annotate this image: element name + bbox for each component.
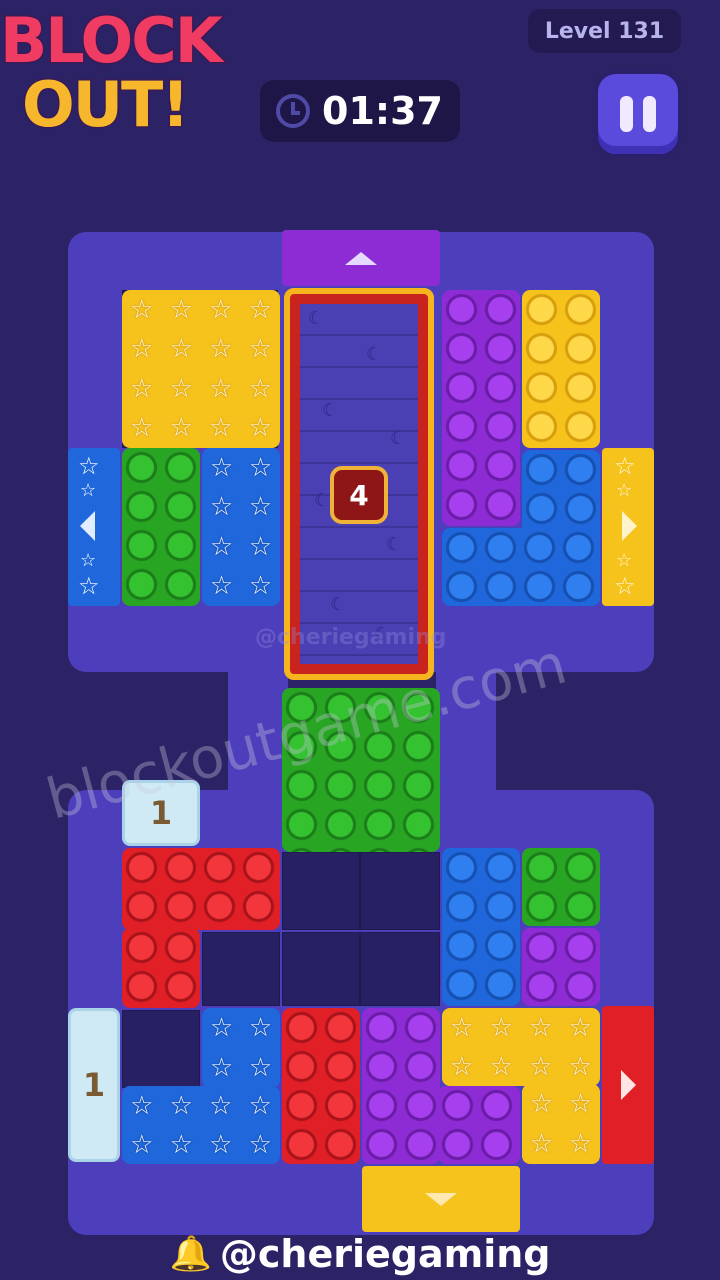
block-red-l-bottom[interactable] (122, 928, 200, 1008)
block-purple-small[interactable] (522, 928, 600, 1006)
block-yellow-star-l-top[interactable]: ☆ ☆ ☆ ☆ ☆ ☆ ☆ ☆ (442, 1008, 600, 1086)
bell-icon: 🔔 (169, 1234, 212, 1274)
tile-counter-badge: 4 (330, 466, 388, 524)
exit-gate-purple-top (282, 230, 440, 286)
block-yellow-vertical[interactable] (522, 290, 600, 448)
block-purple-l-bottom[interactable] (438, 1086, 520, 1164)
block-blue-star-l-top[interactable]: ☆ ☆ ☆ ☆ (202, 1008, 280, 1088)
exit-gate-yellow-right: ☆ ☆ ☆ ☆ (602, 448, 654, 606)
block-blue-star-vertical[interactable]: ☆ ☆ ☆ ☆ ☆ ☆ ☆ ☆ (202, 448, 280, 606)
block-purple-l-left[interactable] (362, 1008, 440, 1164)
timed-tile: ☾ ☾ ☾ ☾ ☾ ☾ ☾ ☾ 4 (284, 288, 434, 680)
block-purple-vertical[interactable] (442, 290, 520, 526)
exit-gate-yellow-bottom (362, 1166, 520, 1232)
channel-handle: @cheriegaming (219, 1232, 551, 1276)
arrow-up-icon (345, 251, 377, 265)
pause-button[interactable] (594, 70, 682, 158)
arrow-right-icon (620, 1070, 636, 1100)
block-green-small[interactable] (522, 848, 600, 926)
faint-watermark: @cheriegaming (255, 625, 447, 650)
clock-icon (276, 94, 310, 128)
block-yellow-star[interactable]: ☆ ☆ ☆ ☆ ☆ ☆ ☆ ☆ ☆ ☆ ☆ ☆ ☆ ☆ ☆ ☆ (122, 290, 280, 448)
channel-credit: 🔔 @cheriegaming (0, 1228, 720, 1280)
timer: 01:37 (260, 80, 460, 142)
logo-text-out: OUT! (21, 67, 192, 143)
block-blue-star-l-bottom[interactable]: ☆ ☆ ☆ ☆ ☆ ☆ ☆ ☆ (122, 1086, 280, 1164)
block-blue-vertical-lower[interactable] (442, 848, 520, 1006)
arrow-down-icon (425, 1192, 457, 1206)
block-blue-l-bottom[interactable] (442, 528, 600, 606)
block-green-vertical[interactable] (122, 448, 200, 606)
game-logo: BLOCK OUT! (0, 0, 270, 150)
block-red-vertical[interactable] (282, 1008, 360, 1164)
exit-gate-blue-left: ☆ ☆ ☆ ☆ (68, 448, 120, 606)
ice-block-bottom[interactable]: 1 (68, 1008, 120, 1162)
block-red-l-top[interactable] (122, 848, 280, 930)
arrow-right-icon (622, 511, 637, 541)
exit-gate-red-right (602, 1006, 654, 1164)
timer-value: 01:37 (322, 89, 443, 133)
pause-icon (620, 96, 633, 132)
level-indicator: Level 131 (528, 9, 681, 53)
logo-text-block: BLOCK (0, 3, 224, 79)
block-yellow-star-l-bottom[interactable]: ☆ ☆ ☆ ☆ (522, 1084, 600, 1164)
arrow-left-icon (80, 511, 95, 541)
